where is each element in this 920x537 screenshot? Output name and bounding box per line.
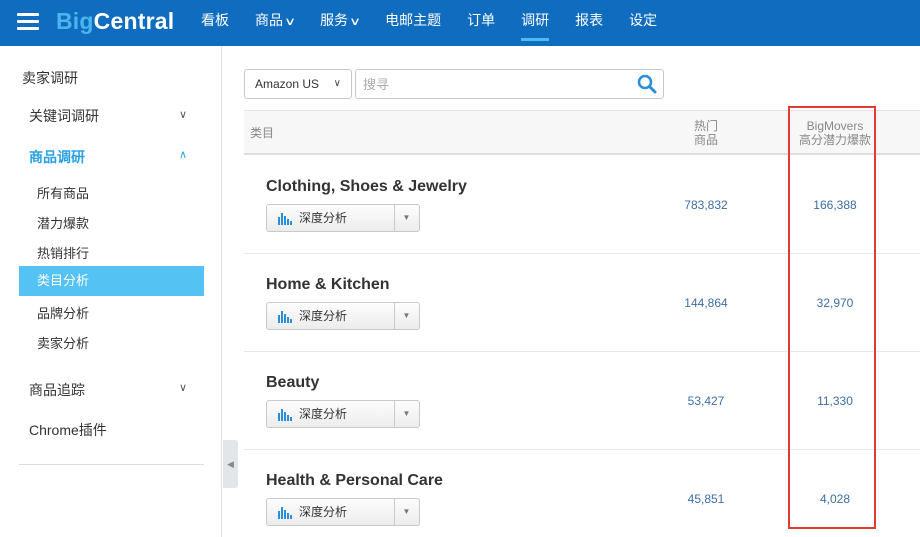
nav-label: 电邮主题 bbox=[385, 12, 442, 28]
nav-label: 订单 bbox=[467, 12, 496, 28]
category-name[interactable]: Health & Personal Care bbox=[266, 472, 443, 490]
hot-products-value[interactable]: 144,864 bbox=[674, 296, 738, 310]
column-header-text: 商品 bbox=[693, 133, 718, 147]
deep-analysis-label: 深度分析 bbox=[299, 505, 348, 519]
deep-analysis-label: 深度分析 bbox=[299, 309, 348, 323]
nav-item-settings[interactable]: 设定 bbox=[616, 0, 670, 46]
market-select-value: Amazon US bbox=[255, 77, 320, 91]
deep-analysis-button[interactable]: 深度分析 ▼ bbox=[266, 302, 420, 330]
column-header-text: 高分潜力爆款 bbox=[798, 133, 871, 147]
caret-down-icon[interactable]: ▼ bbox=[394, 303, 419, 329]
caret-down-icon[interactable]: ▼ bbox=[394, 205, 419, 231]
table-row: Clothing, Shoes & Jewelry 深度分析 ▼ 783,832… bbox=[244, 156, 920, 254]
nav-item-email-themes[interactable]: 电邮主题 bbox=[372, 0, 454, 46]
category-name[interactable]: Beauty bbox=[266, 374, 319, 392]
sidebar-item-product-research[interactable]: 商品调研 bbox=[29, 147, 85, 167]
bigmovers-value[interactable]: 166,388 bbox=[790, 198, 880, 212]
sidebar-heading: 卖家调研 bbox=[22, 70, 78, 86]
sidebar-item-keyword-research[interactable]: 关键词调研 bbox=[29, 106, 99, 126]
chevron-down-icon: ∨ bbox=[349, 16, 362, 28]
sidebar-item-product-tracking[interactable]: 商品追踪 bbox=[29, 380, 85, 400]
nav-item-orders[interactable]: 订单 bbox=[454, 0, 508, 46]
deep-analysis-button[interactable]: 深度分析 ▼ bbox=[266, 204, 420, 232]
chevron-down-icon[interactable]: ∨ bbox=[176, 108, 190, 121]
nav-label: 商品 bbox=[255, 12, 283, 28]
main-nav: 看板 商品∨ 服务∨ 电邮主题 订单 调研 报表 设定 bbox=[188, 0, 670, 46]
chevron-down-icon[interactable]: ∨ bbox=[176, 381, 190, 394]
bar-chart-icon bbox=[278, 311, 292, 323]
nav-label: 服务 bbox=[320, 12, 349, 28]
nav-item-dashboard[interactable]: 看板 bbox=[188, 0, 242, 46]
bar-chart-icon bbox=[278, 507, 292, 519]
table-row: Health & Personal Care 深度分析 ▼ 45,851 4,0… bbox=[244, 450, 920, 537]
column-header-text: 热门 bbox=[693, 119, 718, 133]
deep-analysis-main[interactable]: 深度分析 bbox=[267, 205, 395, 231]
sidebar-subitem-bestsellers[interactable]: 热销排行 bbox=[37, 243, 89, 262]
bigmovers-value[interactable]: 32,970 bbox=[790, 296, 880, 310]
market-select[interactable]: Amazon US ∨ bbox=[244, 69, 352, 99]
sidebar-subitem-potential-hits[interactable]: 潜力爆款 bbox=[37, 213, 89, 232]
column-header-category[interactable]: 类目 bbox=[250, 126, 274, 140]
category-name[interactable]: Clothing, Shoes & Jewelry bbox=[266, 178, 467, 196]
column-header-text: BigMovers bbox=[806, 119, 864, 133]
sidebar-divider bbox=[19, 464, 204, 465]
deep-analysis-label: 深度分析 bbox=[299, 211, 348, 225]
table-row: Beauty 深度分析 ▼ 53,427 11,330 bbox=[244, 352, 920, 450]
caret-down-icon[interactable]: ▼ bbox=[394, 401, 419, 427]
logo-big-text: Big bbox=[56, 8, 94, 34]
table-header: 类目 热门 商品 BigMovers 高分潜力爆款 bbox=[244, 110, 920, 155]
deep-analysis-label: 深度分析 bbox=[299, 407, 348, 421]
sidebar-item-chrome-plugin[interactable]: Chrome插件 bbox=[29, 420, 107, 440]
sidebar-subitem-seller-analysis[interactable]: 卖家分析 bbox=[37, 333, 89, 352]
search-icon[interactable] bbox=[637, 74, 657, 94]
chevron-down-icon: ∨ bbox=[283, 16, 297, 28]
nav-label: 看板 bbox=[201, 12, 229, 28]
sidebar-subitem-all-products[interactable]: 所有商品 bbox=[37, 183, 89, 202]
collapse-left-icon[interactable]: ◀ bbox=[223, 440, 238, 488]
app-logo[interactable]: BigCentral bbox=[56, 8, 174, 35]
top-nav-bar: BigCentral 看板 商品∨ 服务∨ 电邮主题 订单 调研 报表 设定 bbox=[0, 0, 920, 46]
deep-analysis-button[interactable]: 深度分析 ▼ bbox=[266, 400, 420, 428]
deep-analysis-main[interactable]: 深度分析 bbox=[267, 401, 395, 427]
bar-chart-icon bbox=[278, 409, 292, 421]
nav-label: 报表 bbox=[575, 12, 604, 28]
logo-central-text: Central bbox=[93, 8, 175, 34]
sidebar-subitem-category-analysis[interactable]: 类目分析 bbox=[19, 266, 204, 296]
sidebar: 卖家调研 关键词调研 ∨ 商品调研 ∧ 所有商品 潜力爆款 热销排行 类目分析 … bbox=[0, 46, 222, 537]
hot-products-value[interactable]: 45,851 bbox=[674, 492, 738, 506]
nav-item-research[interactable]: 调研 bbox=[508, 0, 562, 46]
search-box bbox=[355, 69, 664, 99]
sidebar-subitem-brand-analysis[interactable]: 品牌分析 bbox=[37, 303, 89, 322]
hot-products-value[interactable]: 53,427 bbox=[674, 394, 738, 408]
category-name[interactable]: Home & Kitchen bbox=[266, 276, 390, 294]
column-header-bigmovers[interactable]: BigMovers 高分潜力爆款 bbox=[790, 119, 880, 147]
caret-down-icon[interactable]: ▼ bbox=[394, 499, 419, 525]
bigmovers-value[interactable]: 11,330 bbox=[790, 394, 880, 408]
nav-item-products[interactable]: 商品∨ bbox=[242, 0, 307, 46]
chevron-down-icon: ∨ bbox=[333, 78, 341, 89]
search-input[interactable] bbox=[356, 70, 626, 98]
chevron-up-icon[interactable]: ∧ bbox=[176, 148, 190, 161]
nav-label: 调研 bbox=[521, 12, 550, 28]
nav-label: 设定 bbox=[629, 12, 658, 28]
bar-chart-icon bbox=[278, 213, 292, 225]
deep-analysis-main[interactable]: 深度分析 bbox=[267, 499, 395, 525]
hot-products-value[interactable]: 783,832 bbox=[674, 198, 738, 212]
hamburger-menu-icon[interactable] bbox=[17, 13, 39, 31]
nav-item-reports[interactable]: 报表 bbox=[562, 0, 616, 46]
nav-item-services[interactable]: 服务∨ bbox=[307, 0, 372, 46]
column-header-hot-products[interactable]: 热门 商品 bbox=[674, 119, 738, 147]
deep-analysis-button[interactable]: 深度分析 ▼ bbox=[266, 498, 420, 526]
deep-analysis-main[interactable]: 深度分析 bbox=[267, 303, 395, 329]
table-row: Home & Kitchen 深度分析 ▼ 144,864 32,970 bbox=[244, 254, 920, 352]
bigmovers-value[interactable]: 4,028 bbox=[790, 492, 880, 506]
